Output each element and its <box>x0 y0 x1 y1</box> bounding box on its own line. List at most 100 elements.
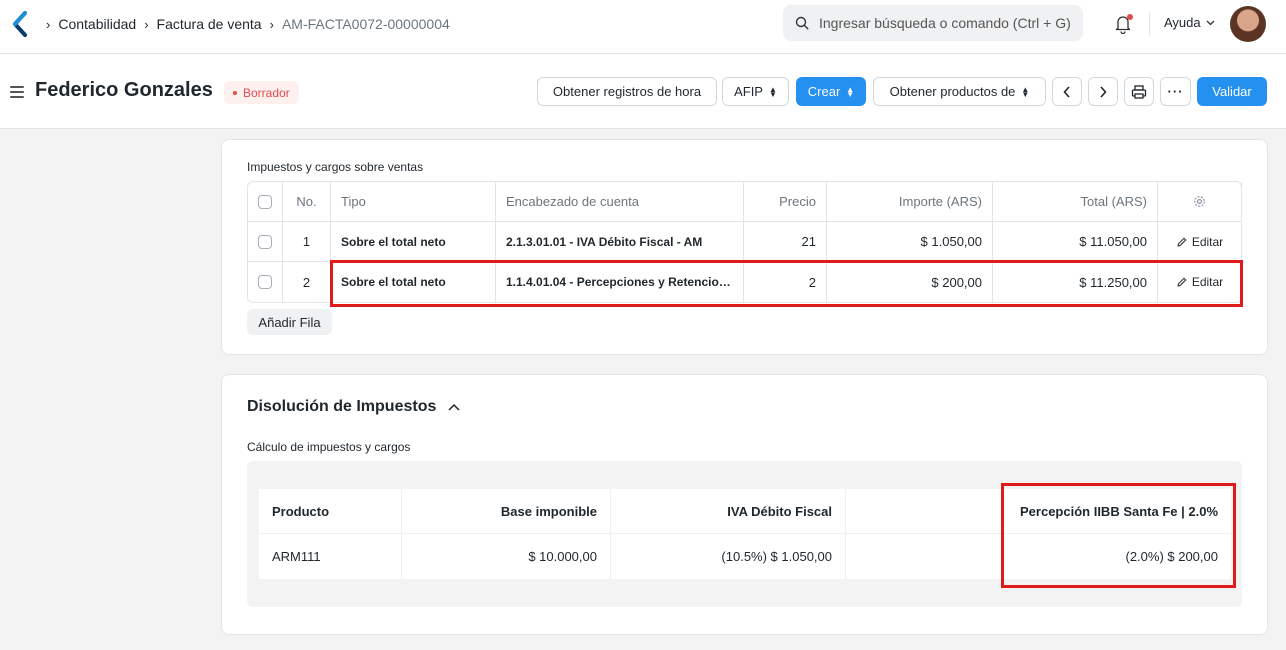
row-checkbox[interactable] <box>258 275 272 289</box>
breakup-title: Disolución de Impuestos <box>247 398 437 415</box>
row-total: $ 11.250,00 <box>993 262 1158 302</box>
taxes-table-header: No. Tipo Encabezado de cuenta Precio Imp… <box>248 182 1242 222</box>
updown-chevron-icon: ▲ ▼ <box>1021 84 1030 99</box>
add-row-button[interactable]: Añadir Fila <box>247 309 332 335</box>
search-input[interactable]: Ingresar búsqueda o comando (Ctrl + G) <box>783 5 1083 41</box>
breakup-header-item: Producto <box>259 489 402 534</box>
pencil-icon <box>1177 237 1187 247</box>
breakup-header-base: Base imponible <box>402 489 611 534</box>
more-actions-button[interactable]: ··· <box>1160 77 1191 106</box>
row-total: $ 11.050,00 <box>993 222 1158 261</box>
row-amount[interactable]: $ 200,00 <box>827 262 993 302</box>
breadcrumb-accounting[interactable]: Contabilidad <box>58 16 136 32</box>
column-settings-cell <box>1158 182 1242 221</box>
header-total: Total (ARS) <box>993 182 1158 221</box>
more-dots-icon: ··· <box>1167 83 1184 99</box>
breakup-header-iva: IVA Débito Fiscal <box>611 489 846 534</box>
user-avatar[interactable] <box>1230 6 1266 42</box>
sidebar-toggle-icon[interactable] <box>10 86 24 98</box>
submit-button[interactable]: Validar <box>1197 77 1267 106</box>
get-items-from-button[interactable]: Obtener productos de ▲ ▼ <box>873 77 1046 106</box>
breakup-header-empty <box>846 489 1003 534</box>
chevron-down-icon <box>1206 20 1215 25</box>
create-dropdown-button[interactable]: Crear ▲ ▼ <box>796 77 866 106</box>
gear-icon[interactable] <box>1193 195 1206 208</box>
help-label: Ayuda <box>1164 15 1201 30</box>
chevron-right-icon <box>1100 85 1107 98</box>
chevron-left-icon <box>1063 85 1070 98</box>
chevron-right-icon: › <box>269 16 274 32</box>
table-row: ARM111 $ 10.000,00 (10.5%) $ 1.050,00 (2… <box>259 534 1231 579</box>
next-doc-button[interactable] <box>1088 77 1118 106</box>
previous-doc-button[interactable] <box>1052 77 1082 106</box>
breakup-header-row: Producto Base imponible IVA Débito Fisca… <box>259 489 1231 534</box>
get-time-logs-button[interactable]: Obtener registros de hora <box>537 77 717 106</box>
app-logo-icon[interactable] <box>12 11 28 37</box>
breakup-header-iibb: Percepción IIBB Santa Fe | 2.0% <box>1020 504 1218 519</box>
row-account[interactable]: 1.1.4.01.04 - Percepciones y Retencio… <box>496 262 744 302</box>
header-account: Encabezado de cuenta <box>496 182 744 221</box>
header-type: Tipo <box>331 182 496 221</box>
breakup-subtitle: Cálculo de impuestos y cargos <box>247 440 411 454</box>
header-rate: Precio <box>744 182 827 221</box>
breadcrumb: › Contabilidad › Factura de venta › AM-F… <box>46 14 450 34</box>
select-all-cell <box>248 182 283 221</box>
row-edit-button[interactable]: Editar <box>1177 235 1223 249</box>
table-row[interactable]: 1 Sobre el total neto 2.1.3.01.01 - IVA … <box>248 222 1241 262</box>
row-edit-cell: Editar <box>1158 262 1242 302</box>
row-amount[interactable]: $ 1.050,00 <box>827 222 993 261</box>
notification-dot <box>1127 14 1133 20</box>
row-select-cell <box>248 262 283 302</box>
updown-chevron-icon: ▲ ▼ <box>846 84 855 99</box>
printer-icon <box>1131 84 1147 99</box>
row-type[interactable]: Sobre el total neto <box>331 222 496 261</box>
pencil-icon <box>1177 277 1187 287</box>
row-edit-label: Editar <box>1191 234 1224 249</box>
row-edit-cell: Editar <box>1158 222 1242 261</box>
taxes-section-label: Impuestos y cargos sobre ventas <box>247 160 424 174</box>
page-title: Federico Gonzales <box>35 79 213 101</box>
row-type[interactable]: Sobre el total neto <box>331 262 496 302</box>
breakup-table: Producto Base imponible IVA Débito Fisca… <box>259 489 1231 579</box>
print-button[interactable] <box>1124 77 1154 106</box>
get-items-label: Obtener productos de <box>889 84 1016 99</box>
row-edit-label: Editar <box>1191 275 1224 289</box>
top-navbar: › Contabilidad › Factura de venta › AM-F… <box>0 0 1286 54</box>
chevron-right-icon: › <box>144 16 149 32</box>
header-no: No. <box>283 182 331 221</box>
breakup-base: $ 10.000,00 <box>402 534 611 579</box>
search-placeholder: Ingresar búsqueda o comando (Ctrl + G) <box>819 15 1071 31</box>
row-account[interactable]: 2.1.3.01.01 - IVA Débito Fiscal - AM <box>496 222 744 261</box>
row-rate[interactable]: 2 <box>744 262 827 302</box>
submit-label: Validar <box>1212 84 1252 99</box>
breakup-section-header[interactable]: Disolución de Impuestos <box>247 398 460 416</box>
row-checkbox[interactable] <box>258 234 272 249</box>
chevron-up-icon <box>448 403 460 411</box>
updown-chevron-icon: ▲ ▼ <box>768 84 777 99</box>
breadcrumb-sales-invoice[interactable]: Factura de venta <box>157 16 262 32</box>
table-row[interactable]: 2 Sobre el total neto 1.1.4.01.04 - Perc… <box>248 262 1241 302</box>
page-header: Federico Gonzales Borrador Obtener regis… <box>0 54 1286 129</box>
taxes-table: No. Tipo Encabezado de cuenta Precio Imp… <box>247 181 1242 303</box>
select-all-checkbox[interactable] <box>258 194 272 209</box>
status-dot <box>233 90 237 95</box>
get-time-logs-label: Obtener registros de hora <box>552 84 702 99</box>
row-no: 2 <box>283 262 331 302</box>
breadcrumb-document[interactable]: AM-FACTA0072-00000004 <box>282 16 450 32</box>
chevron-right-icon: › <box>46 16 51 32</box>
row-select-cell <box>248 222 283 261</box>
breakup-empty <box>846 534 1003 579</box>
breakup-iva: (10.5%) $ 1.050,00 <box>611 534 846 579</box>
search-icon <box>795 16 809 30</box>
breakup-item: ARM111 <box>259 534 402 579</box>
status-badge: Borrador <box>224 81 299 104</box>
afip-dropdown-button[interactable]: AFIP ▲ ▼ <box>722 77 789 106</box>
status-label: Borrador <box>243 85 290 100</box>
help-dropdown[interactable]: Ayuda <box>1164 15 1215 30</box>
row-no: 1 <box>283 222 331 261</box>
row-edit-button[interactable]: Editar <box>1177 275 1223 289</box>
row-rate[interactable]: 21 <box>744 222 827 261</box>
header-amount: Importe (ARS) <box>827 182 993 221</box>
navbar-divider <box>1149 12 1150 36</box>
create-label: Crear <box>807 84 841 99</box>
